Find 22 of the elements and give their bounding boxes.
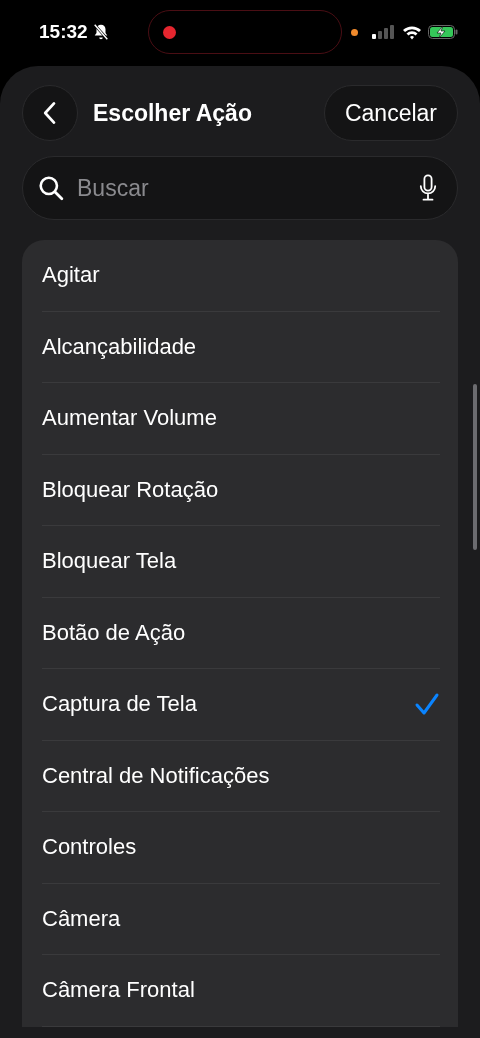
sheet-title: Escolher Ação bbox=[93, 99, 253, 127]
action-row[interactable]: Central de Notificações bbox=[42, 740, 440, 812]
action-row[interactable]: Captura de Tela bbox=[42, 669, 440, 741]
action-row[interactable]: Alcançabilidade bbox=[42, 311, 440, 383]
action-row[interactable]: Bloquear Tela bbox=[42, 526, 440, 598]
action-row[interactable]: Bloquear Rotação bbox=[42, 454, 440, 526]
battery-charging-icon bbox=[428, 25, 458, 39]
action-row[interactable]: Agitar bbox=[42, 240, 440, 312]
status-time: 15:32 bbox=[39, 21, 88, 43]
action-row[interactable]: Câmera Frontal bbox=[42, 955, 440, 1027]
privacy-dot bbox=[351, 28, 358, 36]
cancel-button[interactable]: Cancelar bbox=[323, 85, 458, 141]
search-icon bbox=[38, 175, 64, 201]
action-row[interactable]: Câmera bbox=[42, 883, 440, 955]
chevron-left-icon bbox=[42, 100, 58, 126]
signal-icon bbox=[372, 25, 396, 39]
action-row[interactable]: Controles bbox=[42, 812, 440, 884]
action-row[interactable]: Botão de Ação bbox=[42, 597, 440, 669]
wifi-icon bbox=[402, 24, 422, 40]
action-row[interactable]: Aumentar Volume bbox=[42, 383, 440, 455]
search-field[interactable]: Buscar bbox=[22, 156, 458, 220]
microphone-icon[interactable] bbox=[419, 174, 437, 202]
